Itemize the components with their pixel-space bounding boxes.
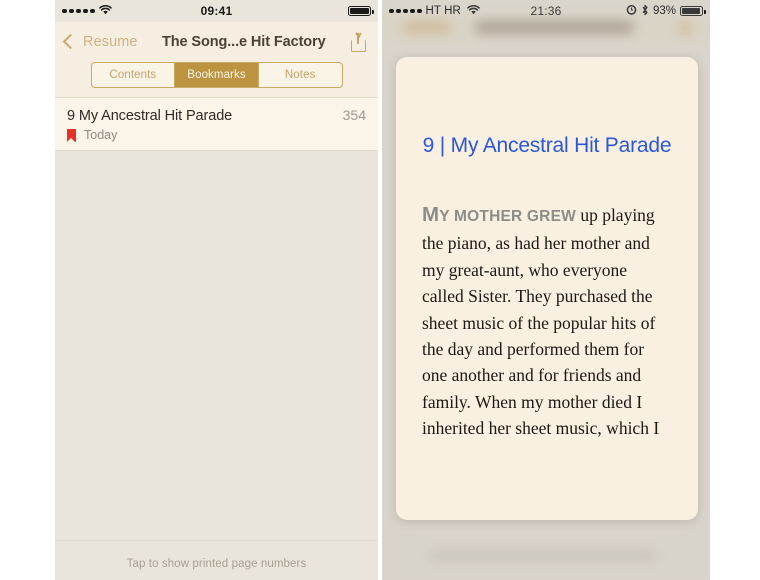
- carrier-name: HT HR: [425, 5, 461, 17]
- left-status-signal: [62, 4, 112, 18]
- left-status-battery: [348, 5, 374, 17]
- segmented-control[interactable]: Contents Bookmarks Notes: [90, 62, 343, 88]
- bookmark-list: 9 My Ancestral Hit Parade 354 Today Tap …: [55, 97, 378, 580]
- wifi-icon: [467, 4, 480, 18]
- tab-notes[interactable]: Notes: [259, 63, 342, 87]
- left-phone-screen: 09:41 Resume The Song...e Hit Factory Co…: [55, 0, 378, 580]
- signal-dots-icon: [389, 8, 422, 14]
- battery-percent: 93%: [652, 5, 676, 17]
- segmented-control-wrapper: Contents Bookmarks Notes: [65, 55, 368, 97]
- right-status-bar: HT HR 21:36 93%: [382, 0, 710, 22]
- screenshot-stage: 09:41 Resume The Song...e Hit Factory Co…: [0, 0, 760, 580]
- share-icon-arrow: [357, 32, 359, 44]
- battery-icon: [680, 5, 706, 17]
- back-button-label: Resume: [83, 33, 138, 50]
- chapter-body-text: MY MOTHER GREW up playing the piano, as …: [422, 202, 672, 442]
- nav-row: Resume The Song...e Hit Factory: [62, 28, 368, 55]
- page-numbers-hint[interactable]: Tap to show printed page numbers: [55, 540, 378, 580]
- signal-dots-icon: [62, 8, 95, 14]
- blurred-share-icon: [679, 22, 692, 34]
- bookmark-flag-icon: [67, 128, 76, 142]
- blurred-back-button: [402, 22, 451, 33]
- wifi-icon: [98, 4, 112, 18]
- list-item-subrow: Today: [67, 128, 366, 142]
- blurred-title: [475, 21, 634, 34]
- right-status-indicators: 93%: [626, 4, 706, 19]
- page-title: The Song...e Hit Factory: [162, 33, 326, 50]
- opening-small-caps: MY MOTHER GREW: [422, 203, 576, 226]
- list-item[interactable]: 9 My Ancestral Hit Parade 354 Today: [55, 97, 378, 151]
- bluetooth-icon: [641, 4, 649, 19]
- battery-full-icon: [348, 5, 374, 17]
- blurred-footer-hint: [429, 550, 657, 562]
- chapter-title: 9 | My Ancestral Hit Parade: [422, 134, 672, 157]
- bookmark-title: 9 My Ancestral Hit Parade: [67, 108, 233, 124]
- left-nav-bar: Resume The Song...e Hit Factory Contents…: [55, 22, 378, 97]
- right-phone-screen: HT HR 21:36 93% 9 | My Ancestral Hit Par…: [382, 0, 710, 580]
- left-status-bar: 09:41: [55, 0, 378, 22]
- alarm-clock-icon: [626, 4, 637, 18]
- reader-page-card[interactable]: 9 | My Ancestral Hit Parade MY MOTHER GR…: [396, 57, 698, 520]
- tab-contents[interactable]: Contents: [92, 63, 176, 87]
- chevron-left-icon: [62, 33, 79, 50]
- share-icon[interactable]: [350, 32, 368, 52]
- bookmark-date: Today: [84, 128, 118, 142]
- opening-cap-letter: M: [422, 203, 440, 226]
- right-status-signal: HT HR: [389, 4, 480, 18]
- page-numbers-hint-label: Tap to show printed page numbers: [126, 558, 307, 570]
- tab-bookmarks[interactable]: Bookmarks: [175, 63, 259, 87]
- back-button[interactable]: Resume: [62, 33, 138, 50]
- bookmark-page-number: 354: [342, 107, 366, 123]
- list-item-header: 9 My Ancestral Hit Parade 354: [67, 107, 366, 124]
- body-paragraph: up playing the piano, as had her mother …: [422, 205, 660, 439]
- opening-cap-rest: Y MOTHER GREW: [439, 208, 576, 225]
